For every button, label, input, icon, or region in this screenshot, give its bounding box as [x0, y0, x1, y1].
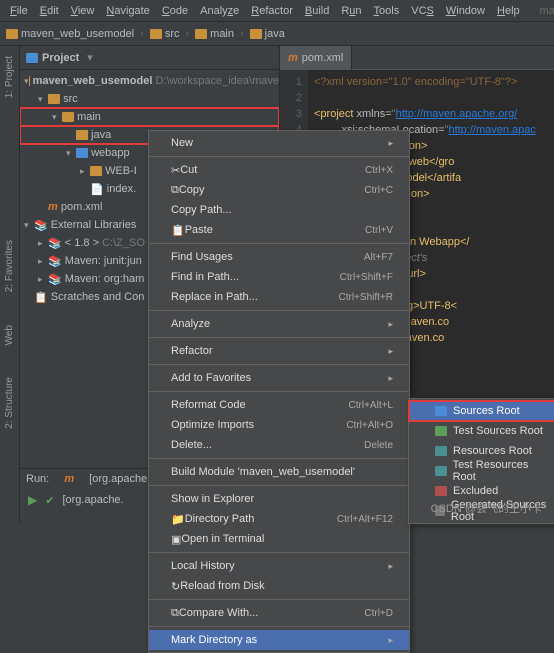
ctx-reformat[interactable]: Reformat CodeCtrl+Alt+L: [149, 395, 409, 415]
menu-run[interactable]: Run: [335, 5, 367, 17]
sub-test-res[interactable]: Test Resources Root: [409, 461, 554, 481]
tree-main[interactable]: ▾ main: [20, 108, 279, 126]
ctx-analyze[interactable]: Analyze▸: [149, 314, 409, 334]
folder-icon: [150, 29, 162, 39]
run-title: Run:: [26, 473, 49, 485]
menu-window[interactable]: Window: [440, 5, 491, 17]
tree-src[interactable]: ▾ src: [20, 90, 279, 108]
tab-web[interactable]: Web: [4, 319, 15, 351]
sub-excluded[interactable]: Excluded: [409, 481, 554, 501]
project-panel-header: Project ▾: [20, 46, 279, 70]
folder-icon: [435, 406, 447, 416]
ctx-find-usages[interactable]: Find UsagesAlt+F7: [149, 247, 409, 267]
sub-test-src[interactable]: Test Sources Root: [409, 421, 554, 441]
menu-build[interactable]: Build: [299, 5, 335, 17]
ctx-build[interactable]: Build Module 'maven_web_usemodel': [149, 462, 409, 482]
ctx-delete[interactable]: Delete...Delete: [149, 435, 409, 455]
ctx-paste[interactable]: 📋 PasteCtrl+V: [149, 220, 409, 240]
ctx-reload[interactable]: ↻ Reload from Disk: [149, 576, 409, 596]
folder-icon: [435, 426, 447, 436]
folder-icon: [195, 29, 207, 39]
ctx-compare[interactable]: ⧉ Compare With...Ctrl+D: [149, 603, 409, 623]
ctx-open-term[interactable]: ▣ Open in Terminal: [149, 529, 409, 549]
ctx-refactor[interactable]: Refactor▸: [149, 341, 409, 361]
menu-file[interactable]: File: [4, 5, 34, 17]
project-icon: [26, 53, 38, 63]
bc-java[interactable]: java: [250, 28, 285, 40]
folder-icon: [435, 486, 447, 496]
ctx-find-in-path[interactable]: Find in Path...Ctrl+Shift+F: [149, 267, 409, 287]
ctx-copy-path[interactable]: Copy Path...: [149, 200, 409, 220]
tree-root[interactable]: ▾ maven_web_usemodel D:\workspace_idea\m…: [20, 72, 279, 90]
tab-pom[interactable]: mpom.xml: [280, 46, 352, 70]
ctx-replace-in-path[interactable]: Replace in Path...Ctrl+Shift+R: [149, 287, 409, 307]
bc-src[interactable]: src: [150, 28, 180, 40]
bc-main[interactable]: main: [195, 28, 234, 40]
folder-icon: [435, 466, 447, 476]
menu-navigate[interactable]: Navigate: [100, 5, 155, 17]
folder-icon: [435, 506, 445, 516]
tab-structure[interactable]: 2: Structure: [4, 371, 15, 435]
ctx-show-explorer[interactable]: Show in Explorer: [149, 489, 409, 509]
sub-resources[interactable]: Resources Root: [409, 441, 554, 461]
editor-tabs: mpom.xml: [280, 46, 554, 70]
breadcrumb: maven_web_usemodel › src › main › java: [0, 22, 554, 46]
folder-icon: [76, 130, 88, 140]
ctx-dir-path[interactable]: 📁 Directory PathCtrl+Alt+F12: [149, 509, 409, 529]
ctx-add-fav[interactable]: Add to Favorites▸: [149, 368, 409, 388]
left-tool-gutter: 1: Project 2: Favorites Web 2: Structure: [0, 46, 20, 522]
sub-gen-src[interactable]: Generated Sources Root: [409, 501, 554, 521]
folder-icon: [48, 94, 60, 104]
folder-icon: [6, 29, 18, 39]
run-config[interactable]: [org.apache.: [89, 473, 150, 485]
folder-icon: [29, 76, 30, 86]
ctx-local-hist[interactable]: Local History▸: [149, 556, 409, 576]
run-status: [org.apache.: [62, 494, 123, 506]
folder-icon: [250, 29, 262, 39]
menu-bar: File Edit View Navigate Code Analyze Ref…: [0, 0, 554, 22]
folder-icon: [90, 166, 102, 176]
menu-edit[interactable]: Edit: [34, 5, 65, 17]
bc-root[interactable]: maven_web_usemodel: [6, 28, 134, 40]
tab-favorites[interactable]: 2: Favorites: [4, 234, 15, 298]
folder-icon: [76, 148, 88, 158]
menu-code[interactable]: Code: [156, 5, 194, 17]
tab-project[interactable]: 1: Project: [4, 50, 15, 104]
play-icon[interactable]: ▶: [28, 493, 37, 507]
ctx-optimize[interactable]: Optimize ImportsCtrl+Alt+O: [149, 415, 409, 435]
ctx-copy[interactable]: ⧉ CopyCtrl+C: [149, 180, 409, 200]
sub-sources[interactable]: Sources Root: [409, 401, 554, 421]
menu-view[interactable]: View: [65, 5, 101, 17]
ctx-new[interactable]: New▸: [149, 133, 409, 153]
folder-icon: [435, 446, 447, 456]
menu-trail: maven_web: [534, 5, 554, 17]
menu-analyze[interactable]: Analyze: [194, 5, 245, 17]
menu-refactor[interactable]: Refactor: [245, 5, 299, 17]
menu-tools[interactable]: Tools: [368, 5, 406, 17]
folder-icon: [62, 112, 74, 122]
ctx-cut[interactable]: ✂ CutCtrl+X: [149, 160, 409, 180]
panel-title: Project: [42, 52, 79, 64]
menu-vcs[interactable]: VCS: [405, 5, 440, 17]
ctx-mark-dir[interactable]: Mark Directory as▸: [149, 630, 409, 650]
context-menu: New▸ ✂ CutCtrl+X ⧉ CopyCtrl+C Copy Path.…: [148, 130, 410, 653]
mark-dir-submenu: Sources Root Test Sources Root Resources…: [408, 398, 554, 524]
menu-help[interactable]: Help: [491, 5, 526, 17]
